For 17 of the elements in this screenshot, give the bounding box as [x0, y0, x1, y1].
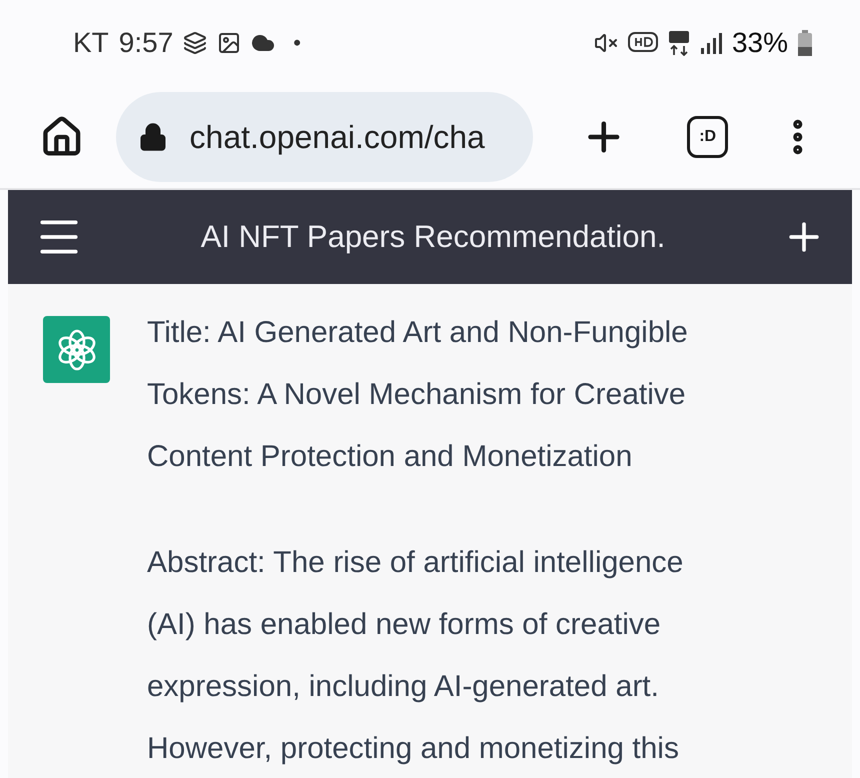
tab-switcher-button[interactable]: :D	[686, 116, 728, 158]
hd-icon	[628, 32, 658, 54]
notification-dot: •	[293, 29, 301, 57]
lock-icon	[138, 122, 168, 152]
image-icon	[217, 30, 242, 54]
stack-icon	[183, 30, 208, 54]
signal-icon	[700, 32, 722, 54]
url-text: chat.openai.com/cha	[190, 118, 485, 157]
battery-percent: 33%	[732, 26, 788, 60]
network-icon	[668, 30, 690, 56]
chat-title: AI NFT Papers Recommendation.	[200, 218, 666, 256]
carrier-label: KT	[73, 26, 109, 60]
address-bar[interactable]: chat.openai.com/cha	[116, 92, 534, 182]
message-paragraph: Title: AI Generated Art and Non-Fungible Tokens: A Novel Mechanism for Creative Content Protection and Monetization	[147, 315, 688, 475]
message-paragraph: Abstract: The rise of artificial intelligence (AI) has enabled new forms of creative expression, including AI-generated art. However, protecting and monetizing this	[147, 545, 684, 767]
battery-icon	[798, 30, 812, 56]
clock-time: 9:57	[118, 26, 174, 60]
